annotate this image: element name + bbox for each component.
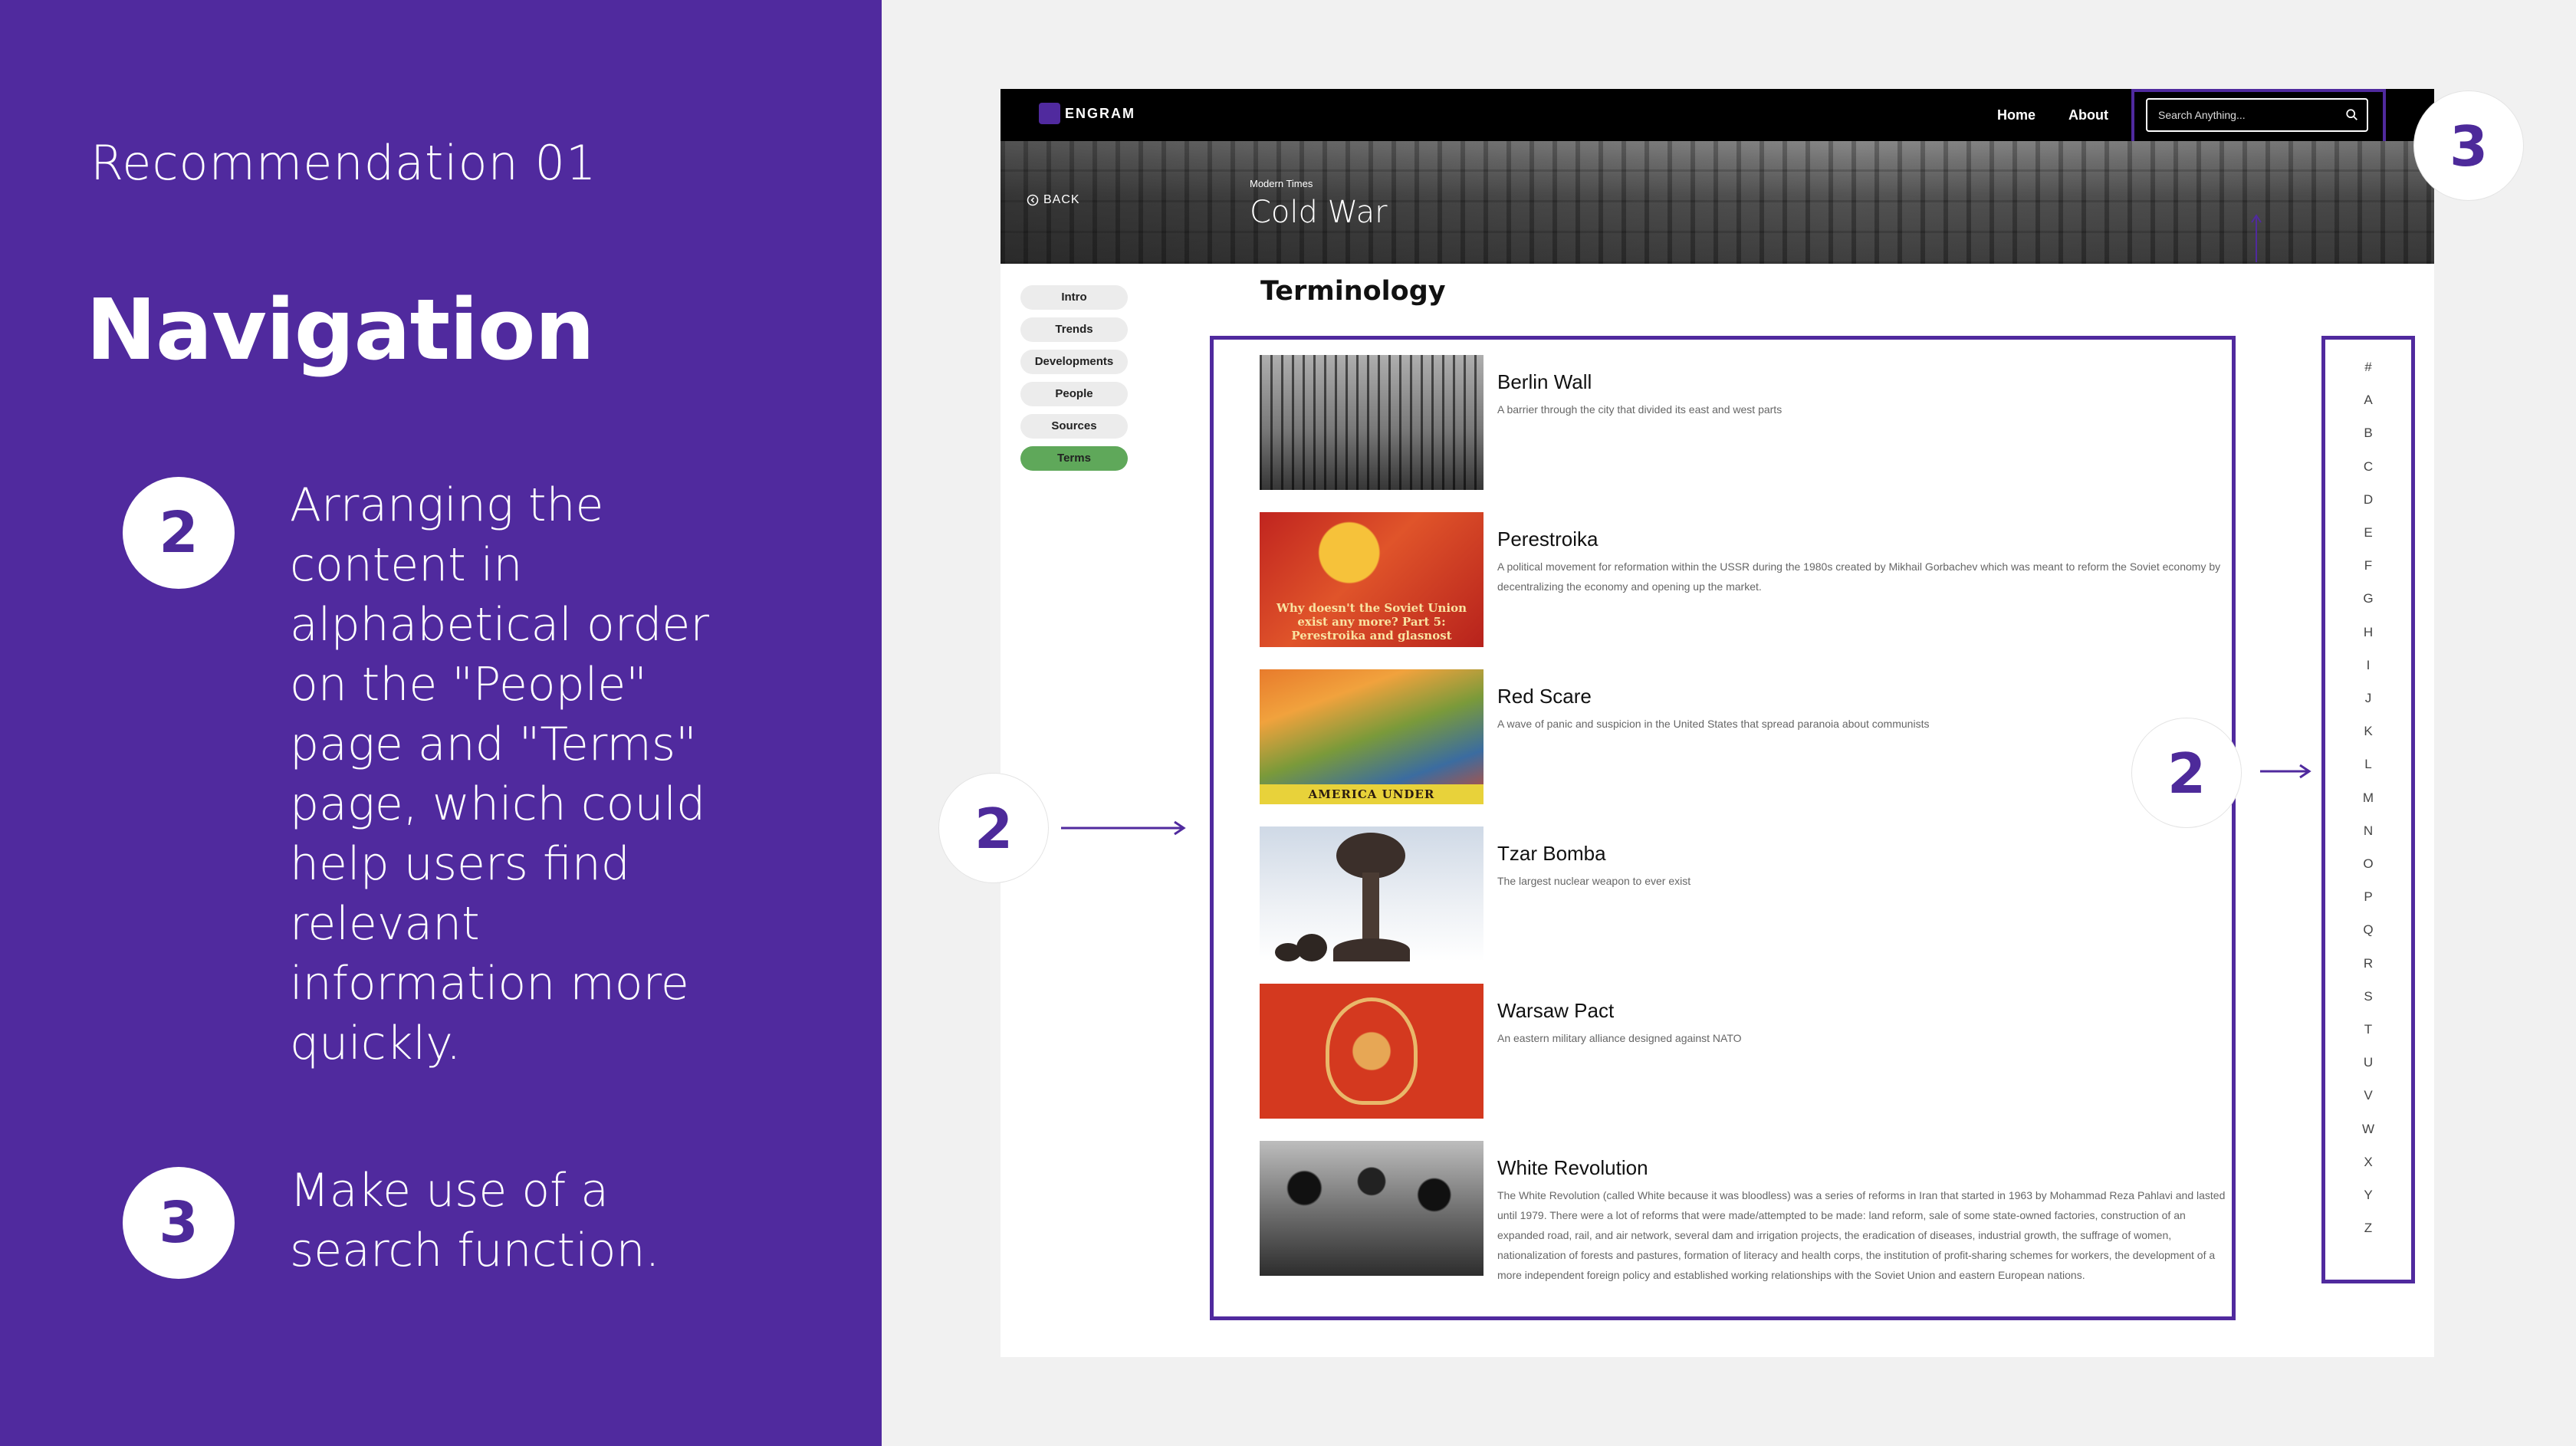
term-description: An eastern military alliance designed ag… — [1497, 1032, 1742, 1044]
point-text: Make use of a search function. — [290, 1164, 660, 1277]
sidebar-item-trends[interactable]: Trends — [1020, 317, 1128, 342]
term-description: A wave of panic and suspicion in the Uni… — [1497, 718, 1930, 730]
alphabet-letter-y[interactable]: Y — [2325, 1188, 2411, 1203]
sidebar-item-terms[interactable]: Terms — [1020, 446, 1128, 471]
right-arrow-icon — [2260, 764, 2312, 779]
alphabet-letter-d[interactable]: D — [2325, 492, 2411, 508]
hero-banner: BACK Modern Times Cold War — [1001, 141, 2434, 264]
term-image — [1260, 1141, 1484, 1276]
annotation-marker-2-right: 2 — [2131, 718, 2242, 828]
term-description: The White Revolution (called White becau… — [1497, 1189, 2226, 1281]
term-image: AMERICA UNDER COMMUNISM! — [1260, 669, 1484, 804]
sidebar-item-people[interactable]: People — [1020, 382, 1128, 406]
term-description: The largest nuclear weapon to ever exist — [1497, 875, 1691, 887]
alphabet-letter-n[interactable]: N — [2325, 823, 2411, 839]
nav-about-link[interactable]: About — [2068, 107, 2108, 123]
hero-eyebrow: Modern Times — [1250, 178, 1313, 189]
alphabet-letter-t[interactable]: T — [2325, 1022, 2411, 1037]
alphabet-letter-g[interactable]: G — [2325, 591, 2411, 606]
term-image-caption: AMERICA UNDER COMMUNISM! — [1260, 784, 1484, 804]
alphabet-letter-j[interactable]: J — [2325, 691, 2411, 706]
term-title: Berlin Wall — [1497, 370, 1592, 393]
point-text: Arranging the content in alphabetical or… — [290, 478, 710, 1070]
alphabet-letter-l[interactable]: L — [2325, 757, 2411, 772]
up-arrow-icon — [2251, 214, 2262, 262]
term-title: Tzar Bomba — [1497, 842, 1606, 865]
right-arrow-icon — [1061, 820, 1186, 836]
website-mockup: ENGRAM Home About BACK Modern Times Cold… — [1001, 89, 2434, 1357]
logo-text[interactable]: ENGRAM — [1065, 106, 1135, 122]
alphabet-letter-c[interactable]: C — [2325, 459, 2411, 475]
alphabet-letter-a[interactable]: A — [2325, 393, 2411, 408]
alphabet-letter-k[interactable]: K — [2325, 724, 2411, 739]
slide-title: Navigation — [86, 281, 595, 379]
page-title: Terminology — [1260, 276, 1446, 307]
back-button[interactable]: BACK — [1027, 193, 1080, 207]
term-image — [1260, 827, 1484, 961]
nav-home-link[interactable]: Home — [1997, 107, 2036, 123]
alphabet-letter-e[interactable]: E — [2325, 525, 2411, 541]
term-title: Red Scare — [1497, 685, 1592, 708]
term-image — [1260, 984, 1484, 1119]
term-image — [1260, 355, 1484, 490]
alphabet-letter-o[interactable]: O — [2325, 856, 2411, 872]
alphabet-letter-z[interactable]: Z — [2325, 1221, 2411, 1236]
alphabet-letter-h[interactable]: H — [2325, 625, 2411, 640]
alphabet-letter-x[interactable]: X — [2325, 1155, 2411, 1170]
alphabet-letter-s[interactable]: S — [2325, 989, 2411, 1004]
alphabet-letter-i[interactable]: I — [2325, 658, 2411, 673]
term-image: Why doesn't the Soviet Union exist any m… — [1260, 512, 1484, 647]
term-title: Perestroika — [1497, 527, 1598, 550]
term-image-caption: Why doesn't the Soviet Union exist any m… — [1276, 601, 1467, 642]
site-header: ENGRAM Home About — [1001, 89, 2434, 150]
sidebar-item-developments[interactable]: Developments — [1020, 350, 1128, 374]
alphabet-letter-q[interactable]: Q — [2325, 922, 2411, 938]
recommendation-panel: Recommendation 01 Navigation 2 Arranging… — [0, 0, 882, 1446]
alphabet-letter-f[interactable]: F — [2325, 558, 2411, 573]
warsaw-emblem-icon — [1326, 997, 1418, 1105]
logo-icon[interactable] — [1039, 103, 1060, 124]
alphabet-letter-m[interactable]: M — [2325, 790, 2411, 806]
alphabet-letter-w[interactable]: W — [2325, 1122, 2411, 1137]
alphabet-letter-p[interactable]: P — [2325, 889, 2411, 905]
back-arrow-icon — [1027, 194, 1039, 206]
sidebar-item-sources[interactable]: Sources — [1020, 414, 1128, 439]
annotation-marker-3: 3 — [2413, 90, 2524, 201]
alphabet-letter-v[interactable]: V — [2325, 1088, 2411, 1103]
alphabet-index: # A B C D E F G H I J K L M N O P Q R S T U V W X Y Z — [2321, 336, 2415, 1283]
back-label: BACK — [1043, 193, 1080, 206]
alphabet-letter-b[interactable]: B — [2325, 426, 2411, 441]
hero-title: Cold War — [1250, 195, 1388, 230]
point-number-badge: 3 — [123, 1167, 235, 1279]
alphabet-letter-hash[interactable]: # — [2325, 360, 2411, 375]
terms-list-frame: Berlin Wall A barrier through the city t… — [1210, 336, 2236, 1320]
term-title: Warsaw Pact — [1497, 999, 1615, 1022]
sidebar-item-intro[interactable]: Intro — [1020, 285, 1128, 310]
recommendation-label: Recommendation 01 — [90, 135, 597, 191]
alphabet-letter-r[interactable]: R — [2325, 956, 2411, 971]
section-sidebar: Intro Trends Developments People Sources… — [1020, 285, 1128, 478]
term-description: A political movement for reformation wit… — [1497, 560, 2221, 593]
term-description: A barrier through the city that divided … — [1497, 403, 1783, 416]
point-number-badge: 2 — [123, 477, 235, 589]
alphabet-letter-u[interactable]: U — [2325, 1055, 2411, 1070]
term-title: White Revolution — [1497, 1156, 1648, 1179]
annotation-marker-2-left: 2 — [938, 773, 1049, 883]
